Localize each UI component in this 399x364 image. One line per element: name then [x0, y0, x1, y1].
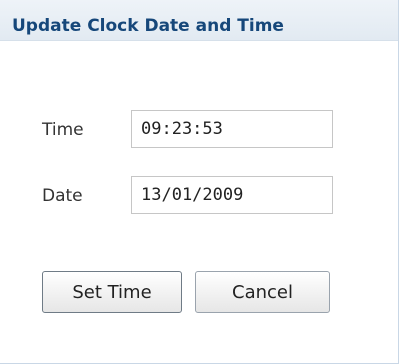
- date-input[interactable]: [131, 176, 333, 214]
- dialog-title: Update Clock Date and Time: [12, 16, 284, 36]
- update-clock-dialog: Update Clock Date and Time Time Date Set…: [0, 0, 399, 364]
- dialog-titlebar: Update Clock Date and Time: [0, 0, 398, 41]
- time-input[interactable]: [131, 110, 333, 148]
- time-label: Time: [42, 120, 84, 140]
- set-time-button[interactable]: Set Time: [42, 271, 182, 313]
- date-label: Date: [42, 186, 83, 206]
- cancel-button[interactable]: Cancel: [195, 271, 330, 313]
